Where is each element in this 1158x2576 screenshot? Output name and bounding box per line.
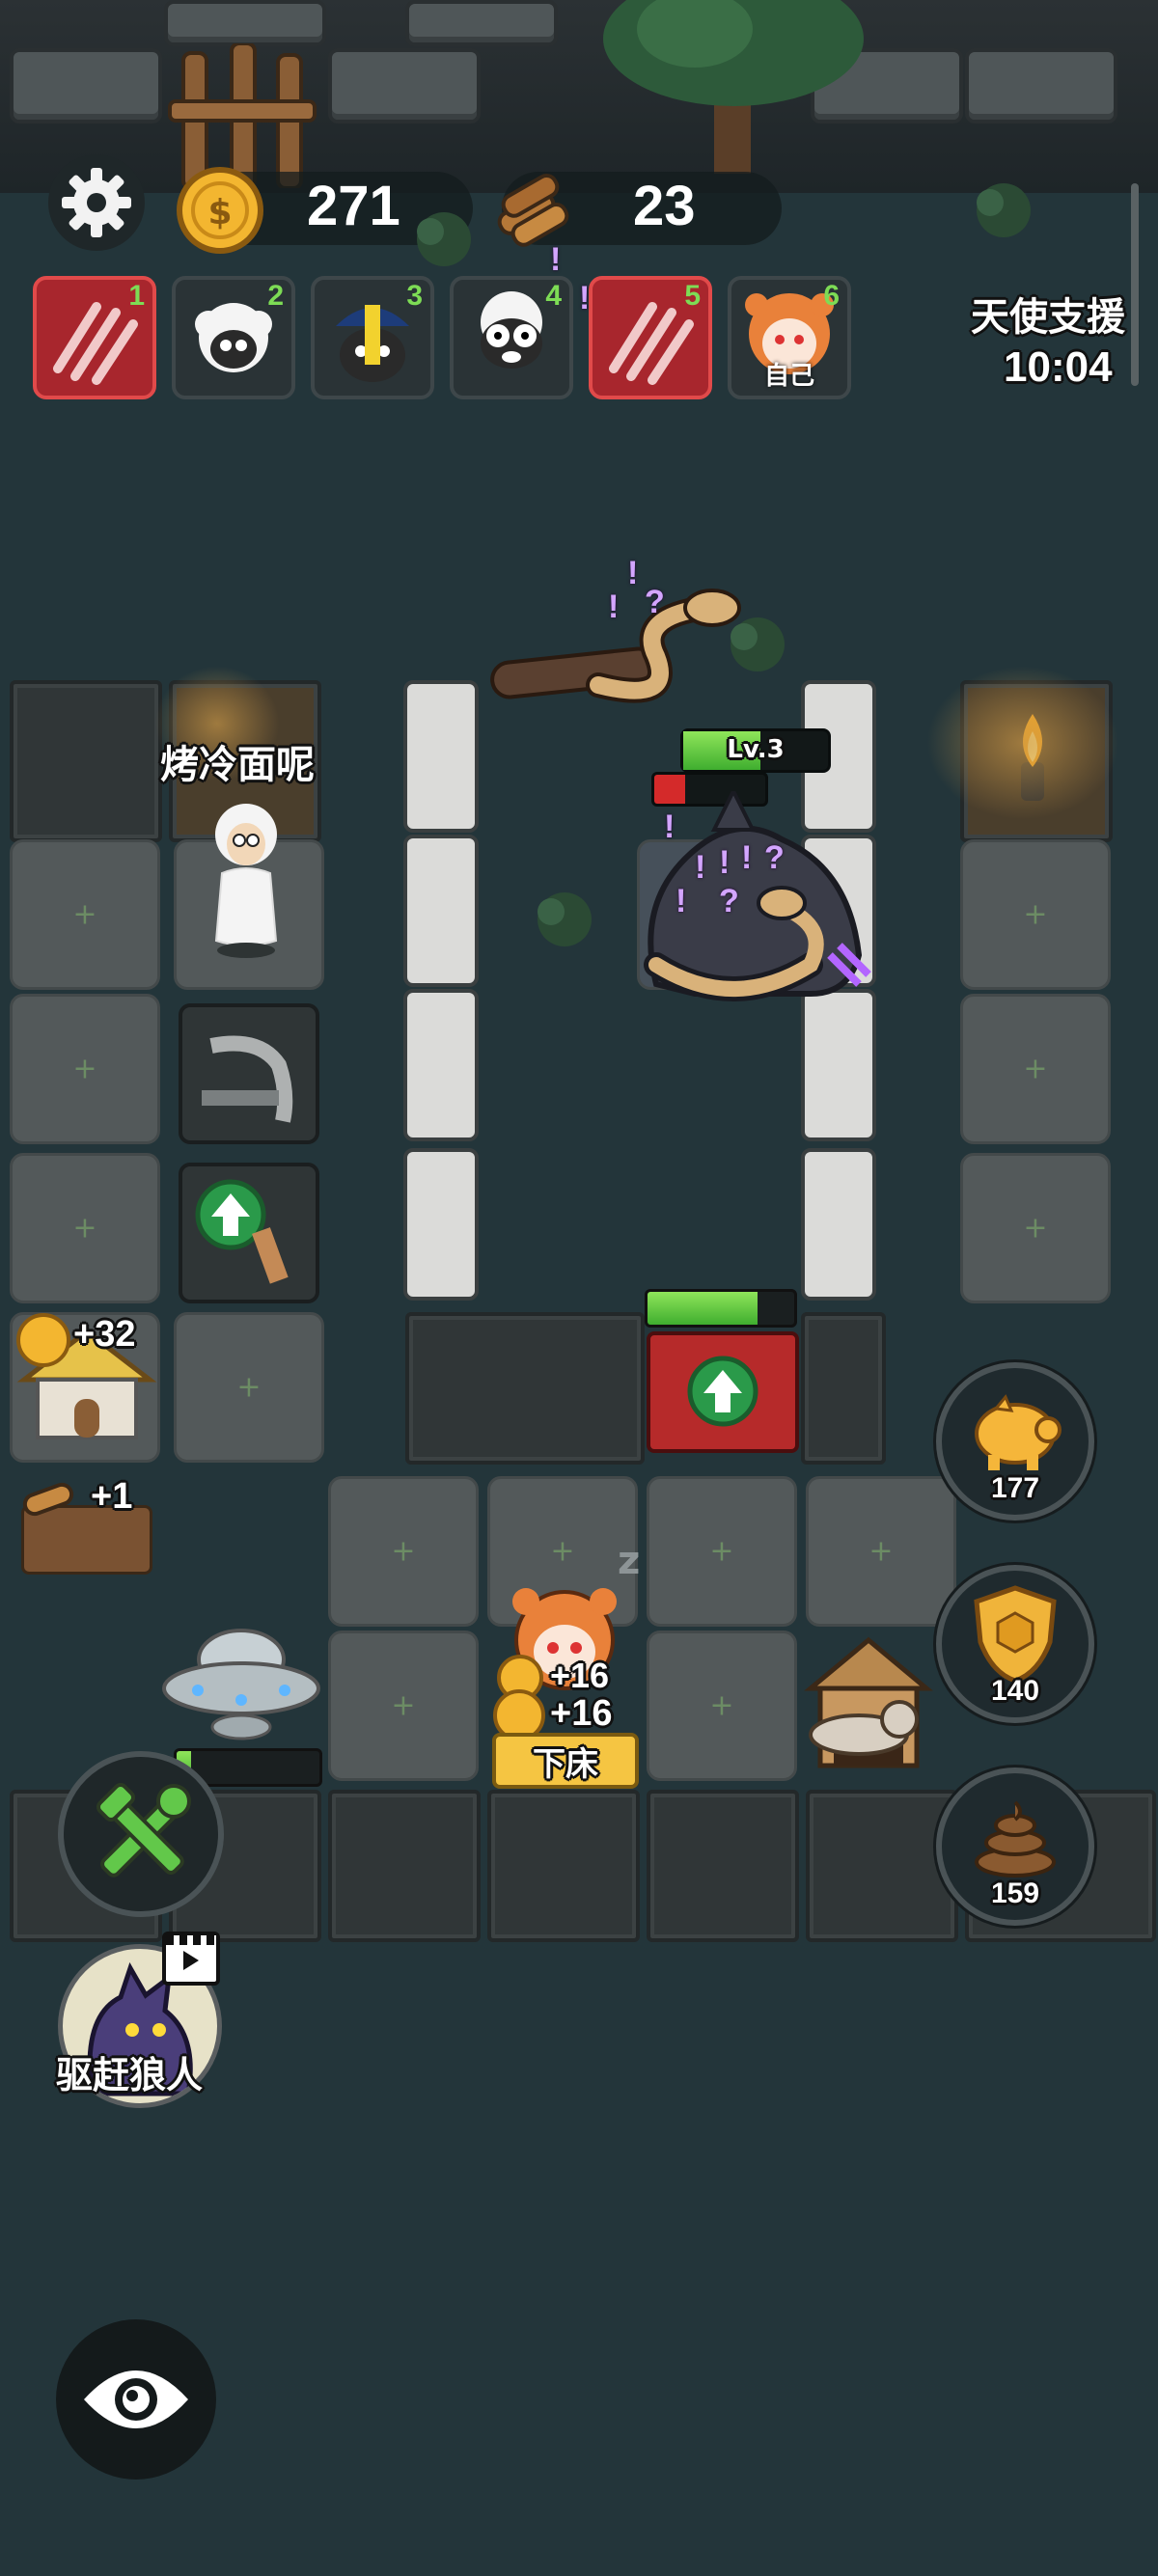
red-door[interactable] (647, 1331, 799, 1453)
slot-number: 4 (545, 280, 562, 312)
team-slot-6-self[interactable]: 6 自己 (728, 276, 851, 399)
view-toggle-button[interactable] (56, 2319, 216, 2480)
settings-button[interactable] (48, 154, 145, 251)
team-slot-3[interactable]: 3 (311, 276, 434, 399)
slot-number: 2 (267, 280, 284, 312)
team-slot-1[interactable]: 1 (33, 276, 156, 399)
wood-count: 23 (633, 175, 696, 237)
cat-house-icon[interactable] (791, 1631, 946, 1785)
bush-icon (977, 183, 1031, 237)
piggy-bank-button[interactable]: 177 (936, 1362, 1094, 1521)
self-label: 自己 (763, 362, 814, 391)
werewolf-enemy[interactable] (618, 791, 888, 1013)
team-slot-4[interactable]: 4 (450, 276, 573, 399)
video-ad-icon (162, 1932, 220, 1986)
slot-number: 6 (823, 280, 840, 312)
player-sheep[interactable] (193, 796, 299, 960)
piggy-bank-count: 177 (990, 1472, 1040, 1504)
scrollbar[interactable] (1131, 183, 1139, 386)
shield-icon (974, 1585, 1057, 1684)
bush-icon (538, 892, 592, 946)
pillar (801, 1148, 876, 1301)
slot-number: 3 (406, 280, 423, 312)
tree-icon (603, 0, 864, 174)
gear-icon (62, 168, 131, 237)
floor-tile[interactable] (10, 1153, 160, 1303)
get-off-bed-label: 下床 (533, 1744, 598, 1784)
floor-tile[interactable] (647, 1476, 797, 1627)
shield-count: 140 (990, 1675, 1040, 1707)
wall-tile (806, 1790, 958, 1942)
slot-number: 1 (128, 280, 145, 312)
floor-tile[interactable] (806, 1476, 956, 1627)
wall-brick (10, 48, 162, 123)
team-slot-2[interactable]: 2 (172, 276, 295, 399)
pillar (403, 835, 479, 987)
bush-icon (417, 212, 471, 266)
floor-tile[interactable] (174, 1312, 324, 1463)
wall-tile (10, 680, 162, 842)
bed-income-1: +16 (550, 1656, 610, 1695)
poop-icon (975, 1800, 1056, 1877)
player-name: 烤冷面呢 (160, 743, 315, 787)
coin-count: 271 (307, 175, 400, 237)
svg-text:$: $ (207, 193, 232, 233)
eye-icon (84, 2370, 188, 2428)
bush-icon (731, 617, 785, 671)
wood-logs-icon (497, 173, 569, 247)
torch-glow (926, 666, 1119, 820)
wood-logs-icon (22, 1482, 74, 1517)
wall-brick (965, 48, 1117, 123)
event-title[interactable]: 天使支援 (971, 286, 1125, 342)
event-timer: 10:04 (1004, 343, 1113, 391)
wall-tile (801, 1312, 886, 1465)
enemy-level-badge: Lv.3 (680, 728, 831, 773)
wall-brick (164, 0, 326, 46)
wall-brick (328, 48, 481, 123)
get-off-bed-button[interactable]: 下床 (492, 1733, 639, 1789)
door-health-bar (645, 1289, 797, 1328)
floor-tile[interactable] (10, 839, 160, 990)
wall-brick (405, 0, 558, 46)
hammer-icon (252, 1227, 289, 1284)
shield-button[interactable]: 140 (936, 1565, 1094, 1723)
wrench-hammer-icon (96, 1782, 191, 1877)
crossbow-icon (202, 1035, 293, 1123)
floor-tile[interactable] (647, 1631, 797, 1781)
pillar (403, 1148, 479, 1301)
poop-button[interactable]: 159 (936, 1768, 1094, 1926)
pillar (403, 989, 479, 1141)
crossbow-turret[interactable] (179, 1003, 319, 1144)
floor-tile[interactable] (328, 1631, 479, 1781)
floor-tile[interactable] (960, 994, 1111, 1144)
coin-icon: $ (177, 167, 263, 254)
hut-income: +32 (73, 1314, 136, 1355)
coin-icon (16, 1313, 70, 1367)
pillar (403, 680, 479, 833)
floor-tile[interactable] (10, 994, 160, 1144)
slot-number: 5 (684, 280, 701, 312)
piggy-bank-icon (975, 1394, 1062, 1470)
wall-tile (328, 1790, 481, 1942)
bed-income-2: +16 (550, 1693, 613, 1734)
floor-tile[interactable] (960, 1153, 1111, 1303)
wall-tile (647, 1790, 799, 1942)
upgrade-arrow-icon (687, 1356, 758, 1427)
sleep-z: z (618, 1539, 641, 1583)
build-tools-button[interactable] (58, 1751, 224, 1917)
wall-tile (487, 1790, 640, 1942)
wall-tile (405, 1312, 645, 1465)
poop-count: 159 (990, 1877, 1040, 1909)
enemy-level: Lv.3 (727, 735, 785, 764)
floor-tile[interactable] (328, 1476, 479, 1627)
hammer-turret[interactable] (179, 1163, 319, 1303)
drive-away-werewolf-label: 驱赶狼人 (56, 2054, 204, 2096)
woodpile-income: +1 (91, 1476, 133, 1517)
team-slot-5[interactable]: 5 (589, 276, 712, 399)
ufo-icon[interactable] (159, 1621, 323, 1746)
floor-tile[interactable] (960, 839, 1111, 990)
